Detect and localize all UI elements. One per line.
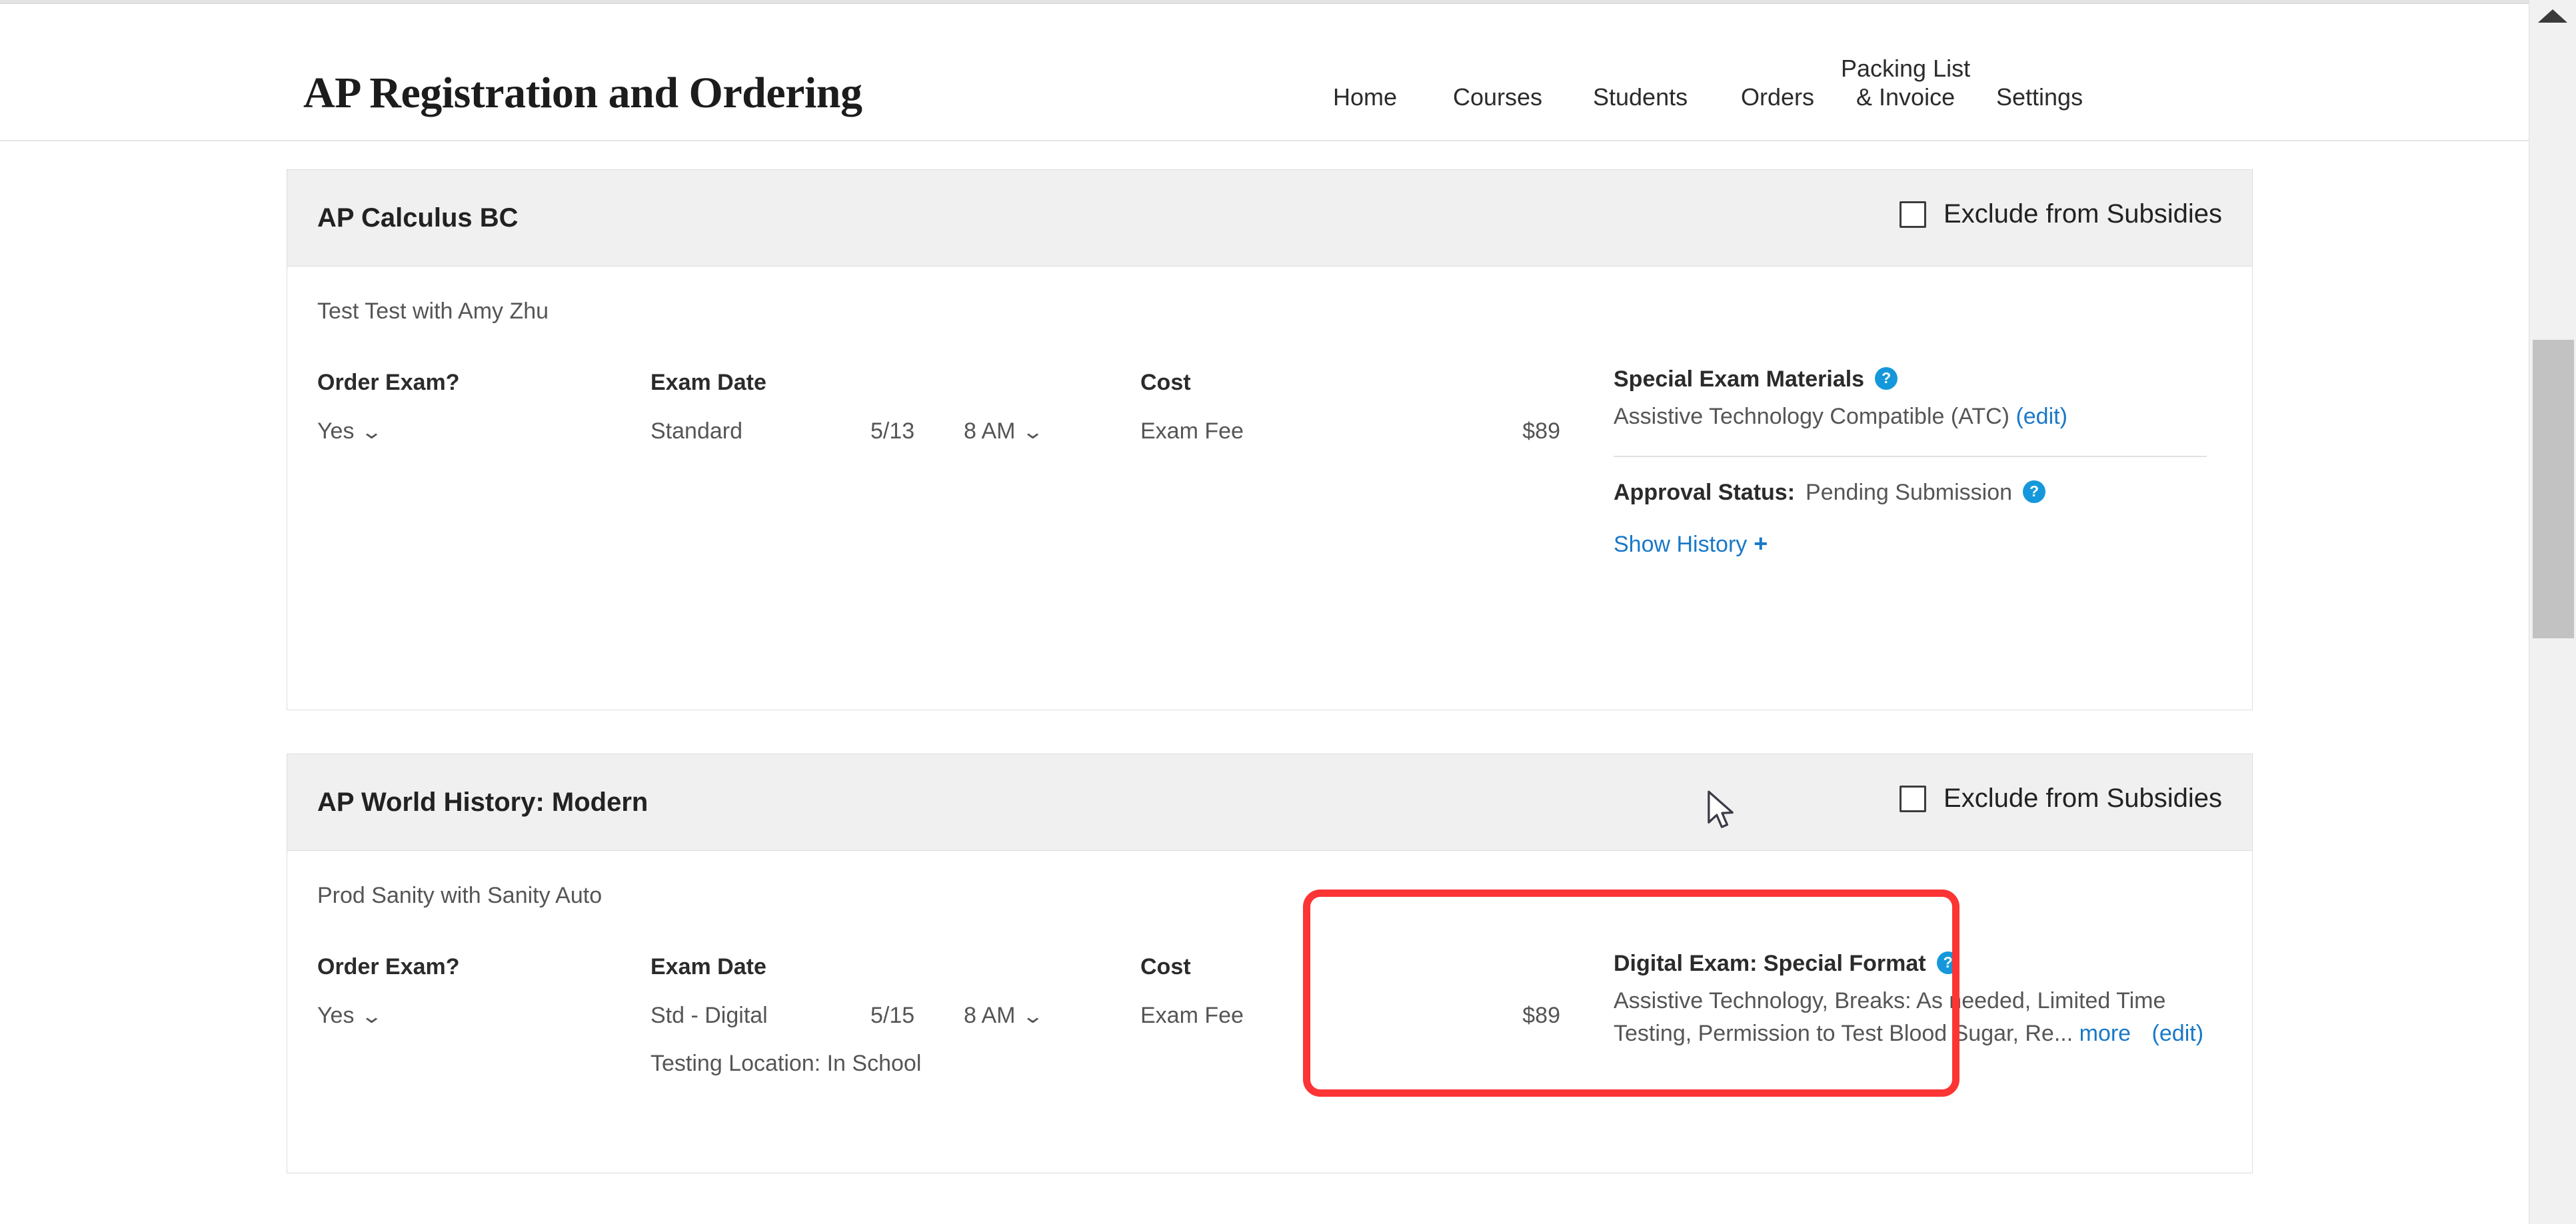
scroll-up-arrow-icon[interactable] — [2538, 9, 2567, 23]
cost-column-header: Cost — [1140, 370, 1191, 395]
main-content: AP Calculus BC Exclude from Subsidies Te… — [0, 142, 2529, 1224]
testing-location: Testing Location: In School — [650, 1051, 922, 1076]
exam-date-type: Standard — [650, 418, 742, 444]
exclude-from-subsidies-label: Exclude from Subsidies — [1943, 784, 2222, 813]
chevron-down-icon: ⌄ — [1022, 421, 1045, 443]
browser-chrome-edge — [0, 0, 2576, 4]
exam-card-ap-calculus-bc: AP Calculus BC Exclude from Subsidies Te… — [287, 169, 2253, 710]
special-exam-materials-value: Assistive Technology Compatible (ATC) (e… — [1614, 400, 2233, 433]
digital-exam-title-text: Digital Exam: Special Format — [1614, 951, 1926, 976]
panel-divider — [1614, 456, 2207, 458]
order-exam-value-dropdown[interactable]: Yes ⌄ — [317, 1003, 384, 1029]
exam-time-text: 8 AM — [964, 1003, 1016, 1028]
chevron-down-icon: ⌄ — [361, 1005, 384, 1027]
chevron-down-icon: ⌄ — [361, 421, 384, 443]
exam-date-column-header: Exam Date — [650, 954, 766, 979]
exam-time-dropdown[interactable]: 8 AM ⌄ — [964, 418, 1045, 444]
approval-status-row: Approval Status: Pending Submission ? — [1614, 480, 2233, 506]
card-header: AP Calculus BC Exclude from Subsidies — [287, 170, 2252, 267]
show-history-label: Show History — [1614, 532, 1748, 558]
order-exam-value-text: Yes — [317, 1003, 355, 1028]
special-exam-materials-title: Special Exam Materials ? — [1614, 366, 2233, 392]
nav-item-courses[interactable]: Courses — [1453, 83, 1542, 111]
exam-time-dropdown[interactable]: 8 AM ⌄ — [964, 1003, 1045, 1029]
special-exam-materials-title-text: Special Exam Materials — [1614, 366, 1865, 392]
nav-item-packing-list-invoice[interactable]: Packing List & Invoice — [1841, 55, 1970, 111]
app-window: AP Registration and Ordering Home Course… — [0, 0, 2576, 1224]
exam-price: $89 — [1522, 418, 1560, 444]
main-navigation: Home Courses Students Orders Packing Lis… — [1320, 51, 2266, 125]
materials-text: Assistive Technology Compatible (ATC) — [1614, 404, 2009, 429]
course-title: AP Calculus BC — [317, 203, 519, 233]
card-body: Prod Sanity with Sanity Auto Order Exam?… — [287, 851, 2252, 1173]
exam-date-type: Std - Digital — [650, 1003, 768, 1028]
exam-card-ap-world-history-modern: AP World History: Modern Exclude from Su… — [287, 754, 2253, 1173]
help-icon[interactable]: ? — [1875, 366, 1898, 390]
edit-materials-link[interactable]: (edit) — [2015, 404, 2067, 429]
course-title: AP World History: Modern — [317, 788, 648, 817]
exam-time-text: 8 AM — [964, 418, 1016, 444]
exclude-from-subsidies-control[interactable]: Exclude from Subsidies — [1900, 784, 2222, 814]
nav-item-orders[interactable]: Orders — [1741, 83, 1814, 111]
edit-accommodations-link[interactable]: (edit) — [2152, 1021, 2203, 1046]
exam-date-column-header: Exam Date — [650, 370, 766, 395]
order-exam-value-dropdown[interactable]: Yes ⌄ — [317, 418, 384, 444]
student-name: Test Test with Amy Zhu — [317, 299, 549, 324]
cost-value: Exam Fee — [1140, 418, 1244, 444]
card-body: Test Test with Amy Zhu Order Exam? Yes ⌄ … — [287, 267, 2252, 710]
card-header: AP World History: Modern Exclude from Su… — [287, 754, 2252, 851]
student-name: Prod Sanity with Sanity Auto — [317, 883, 603, 908]
approval-status-value: Pending Submission — [1806, 480, 2013, 506]
digital-exam-accommodations: Assistive Technology, Breaks: As needed,… — [1614, 985, 2233, 1051]
exam-price: $89 — [1522, 1003, 1560, 1028]
vertical-scrollbar[interactable] — [2529, 0, 2576, 1224]
nav-item-settings[interactable]: Settings — [1996, 83, 2083, 111]
exclude-from-subsidies-checkbox[interactable] — [1900, 785, 1927, 812]
order-exam-column-header: Order Exam? — [317, 954, 460, 979]
nav-item-home[interactable]: Home — [1333, 83, 1397, 111]
nav-item-packing-list-line1: Packing List — [1841, 55, 1971, 83]
digital-exam-special-format-panel: Digital Exam: Special Format ? Assistive… — [1614, 951, 2233, 1051]
vertical-scroll-thumb[interactable] — [2533, 340, 2574, 638]
help-icon[interactable]: ? — [2023, 480, 2046, 503]
order-exam-column-header: Order Exam? — [317, 370, 460, 395]
nav-item-packing-list-line2: & Invoice — [1856, 83, 1955, 111]
approval-status-label: Approval Status: — [1614, 480, 1796, 506]
exam-date-date: 5/13 — [870, 418, 915, 444]
show-history-toggle[interactable]: Show History + — [1614, 530, 2233, 558]
exclude-from-subsidies-control[interactable]: Exclude from Subsidies — [1900, 199, 2222, 229]
plus-icon: + — [1754, 530, 1768, 558]
order-exam-value-text: Yes — [317, 418, 355, 444]
digital-exam-special-format-title: Digital Exam: Special Format ? — [1614, 951, 2233, 977]
page-title: AP Registration and Ordering — [303, 69, 862, 117]
nav-item-students[interactable]: Students — [1593, 83, 1688, 111]
cost-value: Exam Fee — [1140, 1003, 1244, 1028]
exclude-from-subsidies-label: Exclude from Subsidies — [1943, 199, 2222, 229]
help-icon[interactable]: ? — [1936, 951, 1959, 974]
chevron-down-icon: ⌄ — [1022, 1005, 1045, 1027]
exam-date-date: 5/15 — [870, 1003, 915, 1028]
exclude-from-subsidies-checkbox[interactable] — [1900, 201, 1927, 228]
more-link[interactable]: more — [2079, 1021, 2131, 1046]
special-exam-materials-panel: Special Exam Materials ? Assistive Techn… — [1614, 366, 2233, 558]
site-header: AP Registration and Ordering Home Course… — [0, 5, 2529, 141]
cost-column-header: Cost — [1140, 954, 1191, 979]
